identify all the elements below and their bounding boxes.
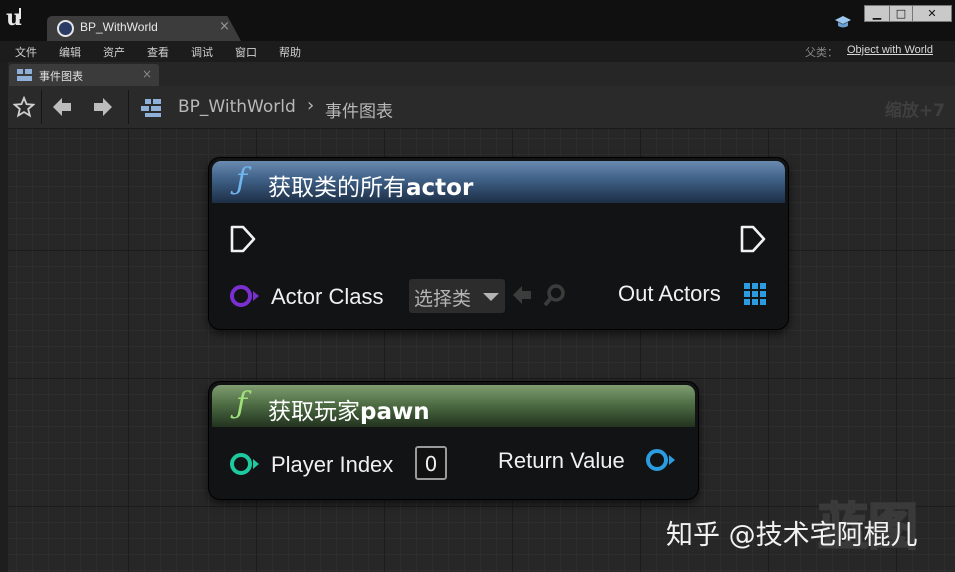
exec-output-pin-icon[interactable] bbox=[739, 224, 767, 254]
window-title-bar: u BP_WithWorld × ▁ □ ✕ bbox=[0, 0, 955, 41]
zhihu-watermark-text: 知乎 @技术宅阿棍儿 bbox=[666, 520, 918, 551]
unreal-engine-logo-icon[interactable]: u bbox=[4, 4, 30, 30]
blueprint-class-icon bbox=[57, 20, 74, 37]
graduation-cap-icon[interactable] bbox=[834, 14, 852, 30]
event-graph-tab-close-icon[interactable]: × bbox=[142, 67, 152, 81]
node-header[interactable]: ƒ 获取类的所有actor bbox=[212, 161, 785, 203]
parent-class-label: 父类： bbox=[805, 46, 838, 59]
out-actors-label: Out Actors bbox=[618, 281, 721, 306]
player-index-pin-icon[interactable] bbox=[229, 452, 263, 476]
blueprint-document-tab[interactable]: BP_WithWorld × bbox=[47, 16, 241, 41]
breadcrumb-current: 事件图表 bbox=[325, 102, 393, 122]
breadcrumb-root[interactable]: BP_WithWorld bbox=[178, 97, 296, 117]
menu-asset[interactable]: 资产 bbox=[103, 44, 125, 60]
graph-toolbar: BP_WithWorld › 事件图表 缩放+7 bbox=[8, 86, 955, 129]
exec-input-pin-icon[interactable] bbox=[229, 224, 257, 254]
breadcrumb-separator: › bbox=[307, 95, 315, 116]
menu-view[interactable]: 查看 bbox=[147, 44, 169, 60]
dropdown-arrow-icon bbox=[483, 293, 499, 301]
use-selected-arrow-icon[interactable] bbox=[511, 283, 533, 307]
player-index-label: Player Index bbox=[271, 452, 394, 477]
browse-search-icon[interactable] bbox=[542, 282, 568, 308]
document-tab-title: BP_WithWorld bbox=[80, 20, 158, 34]
forward-arrow-icon[interactable] bbox=[92, 96, 114, 118]
return-value-pin-icon[interactable] bbox=[645, 448, 679, 472]
maximize-button[interactable]: □ bbox=[889, 5, 913, 22]
favorite-star-icon[interactable] bbox=[13, 96, 35, 118]
return-value-label: Return Value bbox=[498, 448, 625, 473]
parent-class-link[interactable]: Object with World bbox=[847, 44, 933, 56]
class-select-value: 选择类 bbox=[414, 288, 472, 310]
toolbar-separator bbox=[41, 90, 42, 124]
menu-bar: 文件 编辑 资产 查看 调试 窗口 帮助 父类： Object with Wor… bbox=[0, 41, 955, 62]
function-icon: ƒ bbox=[236, 162, 248, 197]
close-window-button[interactable]: ✕ bbox=[912, 5, 952, 22]
document-tab-close-icon[interactable]: × bbox=[219, 19, 230, 34]
back-arrow-icon[interactable] bbox=[51, 96, 73, 118]
graph-breadcrumb-icon bbox=[141, 99, 161, 117]
event-graph-icon bbox=[17, 69, 32, 81]
menu-window[interactable]: 窗口 bbox=[235, 44, 257, 60]
out-actors-array-pin-icon[interactable] bbox=[743, 282, 767, 306]
panel-tab-bar: 事件图表 × bbox=[0, 62, 955, 86]
class-select-dropdown[interactable]: 选择类 bbox=[409, 279, 505, 313]
zoom-level: 缩放+7 bbox=[884, 101, 945, 121]
minimize-button[interactable]: ▁ bbox=[864, 5, 890, 22]
player-index-input[interactable]: 0 bbox=[415, 446, 447, 480]
tab-event-graph[interactable]: 事件图表 × bbox=[9, 64, 159, 86]
get-all-actors-of-class-node[interactable]: ƒ 获取类的所有actor Actor Class 选择类 Out Actors bbox=[209, 158, 788, 329]
actor-class-pin-icon[interactable] bbox=[229, 284, 263, 308]
get-player-pawn-node[interactable]: ƒ 获取玩家pawn Player Index 0 Return Value bbox=[209, 382, 698, 499]
menu-help[interactable]: 帮助 bbox=[279, 44, 301, 60]
node-title: 获取玩家pawn bbox=[268, 399, 430, 425]
function-icon: ƒ bbox=[236, 386, 248, 421]
node-header[interactable]: ƒ 获取玩家pawn bbox=[212, 385, 695, 427]
menu-debug[interactable]: 调试 bbox=[191, 44, 213, 60]
event-graph-tab-label: 事件图表 bbox=[39, 70, 83, 83]
node-title: 获取类的所有actor bbox=[268, 175, 474, 201]
left-panel-edge bbox=[0, 62, 8, 572]
player-index-value: 0 bbox=[424, 452, 438, 476]
toolbar-separator bbox=[128, 90, 129, 124]
actor-class-label: Actor Class bbox=[271, 284, 384, 309]
menu-edit[interactable]: 编辑 bbox=[59, 44, 81, 60]
menu-file[interactable]: 文件 bbox=[15, 44, 37, 60]
